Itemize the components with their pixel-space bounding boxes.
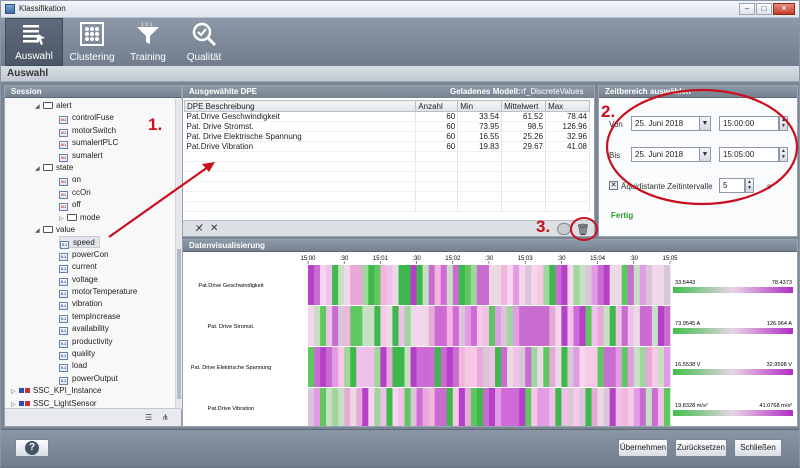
app-window: Klassifikation – □ ✕ Auswahl Clustering bbox=[0, 0, 800, 467]
annotation-step-2: 2. bbox=[601, 102, 616, 121]
annotation-overlay bbox=[108, 88, 799, 241]
annotation-arrow-line bbox=[108, 166, 209, 238]
annotation-ellipse-delete bbox=[570, 217, 598, 241]
annotation-ellipse-time bbox=[605, 88, 799, 206]
annotation-step-3: 3. bbox=[536, 217, 551, 236]
annotation-step-1: 1. bbox=[148, 115, 163, 134]
